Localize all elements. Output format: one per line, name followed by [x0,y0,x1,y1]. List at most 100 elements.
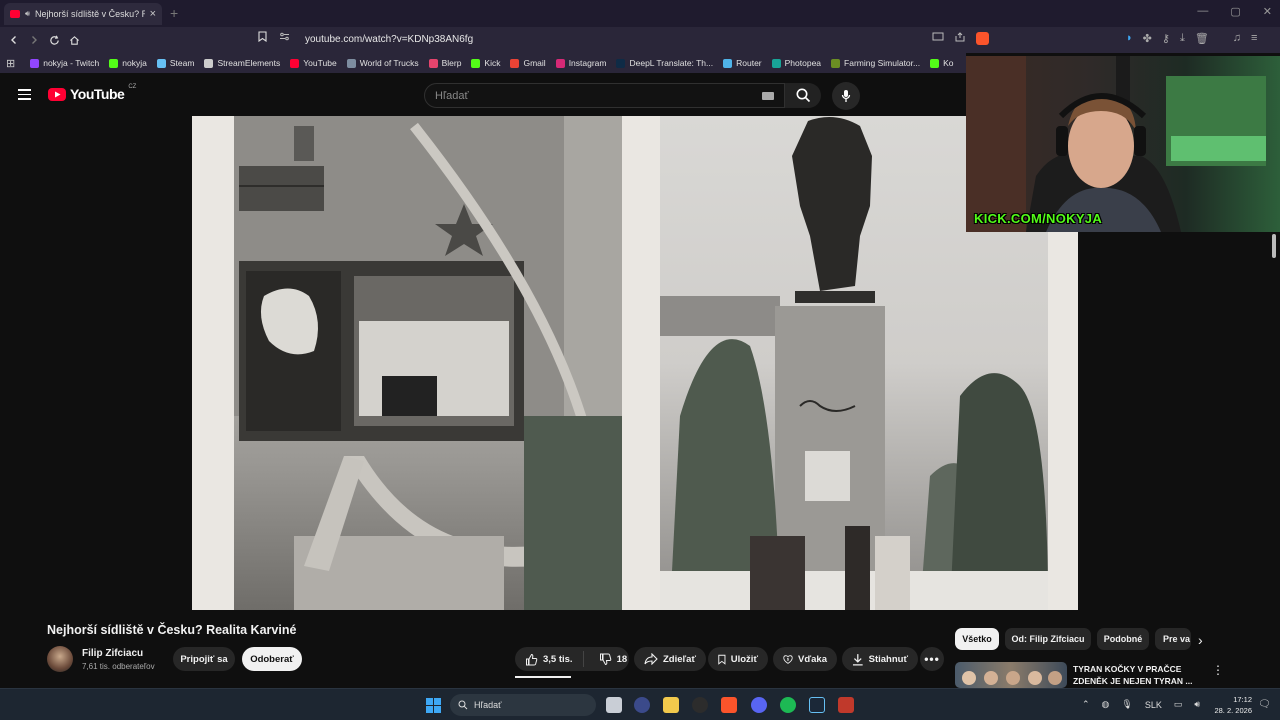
chip-related[interactable]: Podobné [1097,628,1149,650]
channel-avatar[interactable] [47,646,73,672]
home-button[interactable] [64,30,84,50]
close-window-icon[interactable]: ✕ [1263,5,1272,18]
chip-from-channel[interactable]: Od: Filip Zifciacu [1005,628,1091,650]
bookmark-item[interactable]: Farming Simulator... [826,58,925,68]
kick-channel-overlay-text: KICK.COM/NOKYJA [974,211,1103,226]
subscribe-button[interactable]: Odoberať [242,647,302,671]
browser-tab-active[interactable]: 🔊︎ Nejhorší sídliště v Česku? Re × [4,3,162,25]
tray-app-icon[interactable]: ◍ [1102,699,1110,710]
save-button[interactable]: Uložiť [708,647,768,671]
close-tab-icon[interactable]: × [150,8,156,20]
steam-icon[interactable] [809,697,825,713]
keyboard-icon[interactable] [762,92,774,100]
extensions-puzzle-icon[interactable]: ✤ [1143,32,1152,45]
share-button[interactable]: Zdieľať [634,647,706,671]
bookmark-item[interactable]: Steam [152,58,200,68]
back-button[interactable] [4,30,24,50]
download-label: Stiahnuť [868,653,908,665]
share-page-icon[interactable] [954,32,966,45]
brave-shield-icon[interactable] [976,32,989,45]
bookmark-item[interactable]: nokyja [104,58,152,68]
bookmark-item[interactable]: Instagram [551,58,612,68]
video-player[interactable] [192,116,1078,610]
search-button[interactable] [785,83,821,108]
bookmark-icon [510,58,520,68]
download-icon[interactable]: ⤓ [1180,32,1185,45]
mixer-app-icon[interactable] [838,697,854,713]
apps-grid-icon[interactable]: ⊞ [6,57,15,70]
bookmark-item[interactable]: nokyja - Twitch [25,58,104,68]
recommended-video-menu-icon[interactable]: ⋮ [1212,663,1224,677]
bookmark-item[interactable]: Kick [466,58,505,68]
dislike-button[interactable]: 18 [589,653,638,666]
task-view-icon[interactable] [606,697,622,713]
youtube-header: YouTube CZ Hľadať [0,73,966,115]
tab-title: Nejhorší sídliště v Česku? Re [35,9,145,19]
network-icon[interactable]: ▭ [1174,699,1183,710]
menu-icon[interactable]: ≡ [1251,32,1257,45]
notifications-icon[interactable]: 🗨︎ [1258,699,1271,710]
forward-button[interactable] [24,30,44,50]
cast-icon[interactable] [932,32,944,45]
file-explorer-icon[interactable] [663,697,679,713]
brave-browser-icon[interactable] [721,697,737,713]
bookmarks-bar: ⊞ nokyja - Twitch nokyja Steam StreamEle… [0,53,966,73]
bookmark-label: Kick [484,58,501,68]
bookmark-label: DeepL Translate: Th... [629,58,714,68]
bookmark-item[interactable]: Blerp [424,58,467,68]
bookmark-label: Ko [943,58,954,68]
voice-search-button[interactable] [832,82,860,110]
reload-button[interactable] [44,30,64,50]
playlist-icon[interactable]: ♫ [1233,32,1241,45]
recommended-video-title[interactable]: TYRAN KOČKY V PRAČCE ZDENĚK JE NEJEN TYR… [1073,663,1203,687]
site-settings-icon[interactable] [279,31,290,42]
like-button[interactable]: 3,5 tis. [515,651,584,667]
hamburger-menu-icon[interactable] [18,89,31,100]
volume-icon[interactable]: 🔊︎ [1194,699,1200,710]
thanks-button[interactable]: $ Vďaka [773,647,837,671]
chip-all[interactable]: Všetko [955,628,999,650]
bookmark-item[interactable]: Gmail [505,58,550,68]
bookmark-page-icon[interactable] [258,31,267,42]
bookmark-icon [723,58,733,68]
chip-for-you[interactable]: Pre va [1155,628,1191,650]
taskbar-clock[interactable]: 17:12 28. 2. 2026 [1210,694,1252,716]
bookmark-icon [471,58,481,68]
bookmark-icon [109,58,119,68]
app-icon[interactable] [634,697,650,713]
chips-next-chevron-icon[interactable]: › [1198,632,1203,648]
channel-name[interactable]: Filip Zifciacu [82,648,143,659]
more-actions-button[interactable]: ••• [920,647,944,671]
discord-icon[interactable] [751,697,767,713]
spotify-icon[interactable] [780,697,796,713]
input-language[interactable]: SLK [1145,700,1162,710]
maximize-icon[interactable]: ▢ [1230,5,1240,18]
more-dots-icon: ••• [924,652,940,666]
bookmark-item[interactable]: StreamElements [199,58,285,68]
new-tab-button[interactable]: + [170,5,178,21]
speech-extension-icon[interactable]: ◗ [1126,32,1133,45]
address-bar-url[interactable]: youtube.com/watch?v=KDNp38AN6fg [305,34,473,45]
password-key-icon[interactable]: ⚷ [1162,32,1170,45]
trash-icon[interactable]: 🗑︎ [1195,32,1209,45]
bookmark-item[interactable]: Photopea [767,58,826,68]
bookmark-item[interactable]: World of Trucks [342,58,424,68]
download-button[interactable]: Stiahnuť [842,647,918,671]
speaker-icon[interactable]: 🔊︎ [25,9,30,19]
join-button[interactable]: Pripojiť sa [173,647,235,671]
bookmark-item[interactable]: Router [718,58,767,68]
bookmark-item[interactable]: DeepL Translate: Th... [611,58,718,68]
recommended-video-thumbnail[interactable] [955,662,1067,688]
obs-icon[interactable] [692,697,708,713]
tray-mic-icon[interactable]: 🎙︎ [1121,699,1132,710]
windows-start-icon[interactable] [426,698,441,713]
bookmark-icon [555,58,565,68]
youtube-logo[interactable]: YouTube CZ [48,84,136,102]
tray-chevron-up-icon[interactable]: ⌃ [1082,699,1090,710]
bookmark-item[interactable]: Ko [925,58,958,68]
taskbar-search-input[interactable]: Hľadať [450,694,596,716]
bookmark-item[interactable]: YouTube [285,58,341,68]
search-input[interactable]: Hľadať [424,83,785,108]
page-scrollbar[interactable] [1272,234,1276,258]
minimize-icon[interactable]: — [1197,5,1208,18]
